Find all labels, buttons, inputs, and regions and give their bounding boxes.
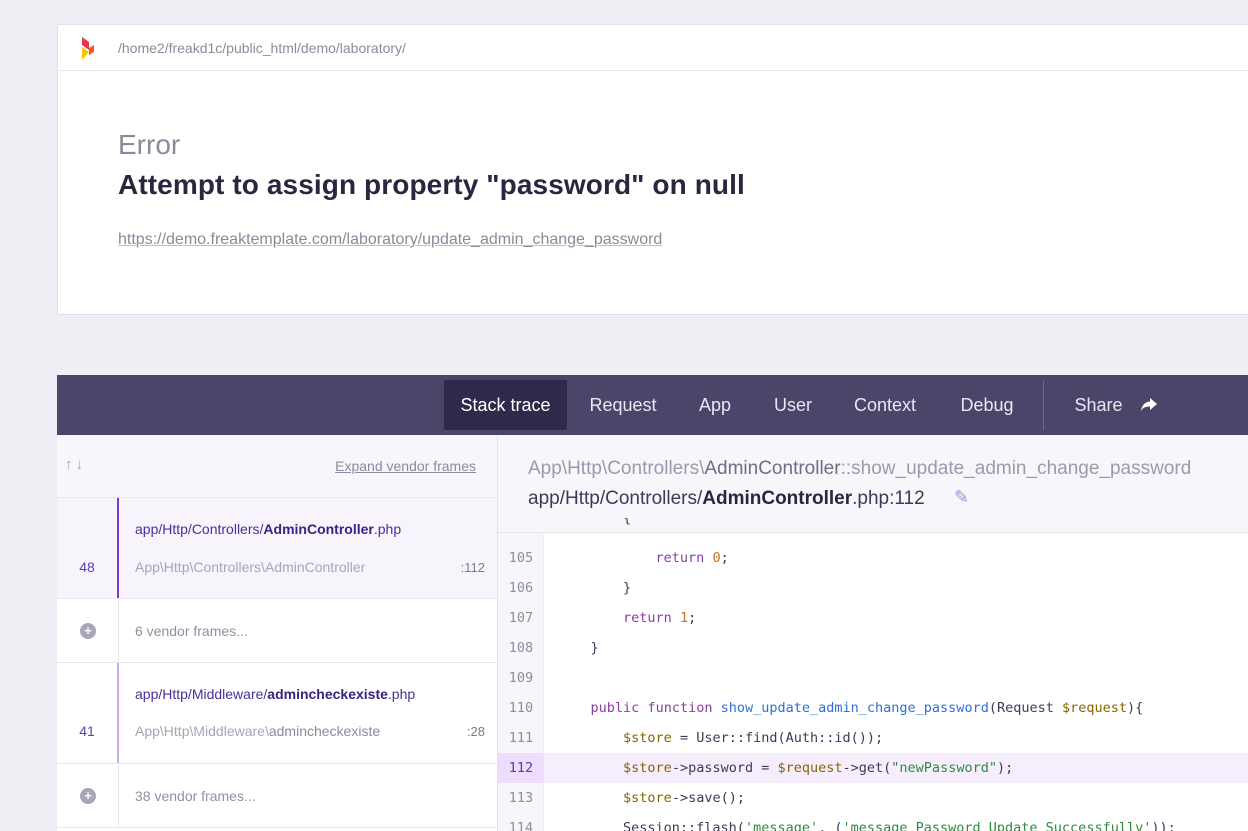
code-line: 109 (498, 663, 1248, 693)
error-header-card: /home2/freakd1c/public_html/demo/laborat… (57, 24, 1248, 315)
frame-file-ext: .php (387, 686, 416, 702)
file-path-suffix: .php:112 (852, 488, 925, 509)
top-bar: /home2/freakd1c/public_html/demo/laborat… (58, 25, 1248, 71)
code-line: 107 return 1; (498, 603, 1248, 633)
highlighted-code-line: 112 $store->password = $request->get("ne… (498, 753, 1248, 783)
line-number: 106 (508, 580, 534, 596)
share-label: Share (1074, 395, 1123, 415)
vendor-frames-label: 6 vendor frames... (135, 623, 248, 639)
error-message: Attempt to assign property "password" on… (118, 169, 745, 200)
file-path-name: AdminController (702, 488, 853, 509)
frame-number: 48 (79, 559, 95, 575)
line-number: 105 (508, 550, 534, 566)
method-namespace: App\Http\Controllers\ (528, 458, 705, 479)
project-path: /home2/freakd1c/public_html/demo/laborat… (118, 39, 406, 56)
share-icon (1140, 382, 1158, 432)
code-line: 113 $store->save(); (498, 783, 1248, 813)
request-url-link[interactable]: https://demo.freaktemplate.com/laborator… (118, 231, 662, 249)
error-class: Error (118, 129, 181, 160)
tab-debug[interactable]: Debug (947, 380, 1027, 430)
frame-file-name: AdminController (263, 521, 374, 537)
frame-number-column (57, 498, 119, 598)
ignition-logo-icon (58, 25, 118, 71)
tab-context[interactable]: Context (843, 380, 927, 430)
vendor-frames-label: 38 vendor frames... (135, 788, 256, 804)
stack-frame[interactable]: 41 app/Http/Middleware/admincheckexiste.… (57, 663, 497, 764)
line-number: 109 (508, 670, 534, 686)
frame-file: app/Http/Middleware/admincheckexiste.php (135, 686, 415, 702)
vendor-frames-group[interactable]: + 6 vendor frames... (57, 599, 497, 663)
frame-class-prefix: App\Http\Middleware\ (135, 723, 269, 739)
code-line: 110 public function show_update_admin_ch… (498, 693, 1248, 723)
line-number: 114 (508, 820, 534, 831)
code-line: { (558, 518, 632, 526)
tab-request[interactable]: Request (581, 380, 665, 430)
stack-frame[interactable]: 48 app/Http/Controllers/AdminController.… (57, 498, 497, 599)
code-line: 105 return 0; (498, 543, 1248, 573)
frame-file-prefix: app/Http/Middleware/ (135, 686, 268, 702)
line-number: 107 (508, 610, 534, 626)
frame-file-ext: .php (373, 521, 402, 537)
line-number: 108 (508, 640, 534, 656)
file-path-prefix: app/Http/Controllers/ (528, 488, 703, 509)
expand-vendor-frames-link[interactable]: Expand vendor frames (335, 458, 476, 474)
vendor-frames-group[interactable]: + 38 vendor frames... (57, 764, 497, 828)
code-line: 108 } (498, 633, 1248, 663)
edit-pencil-icon[interactable]: ✎ (954, 487, 969, 508)
frame-class: App\Http\Middleware\admincheckexiste (135, 723, 380, 739)
tab-separator (1043, 380, 1044, 430)
expand-plus-icon[interactable]: + (80, 623, 96, 639)
code-line: 111 $store = User::find(Auth::id()); (498, 723, 1248, 753)
frame-file-path: app/Http/Controllers/AdminController.php… (528, 488, 925, 510)
frame-number-column (57, 663, 119, 763)
expand-plus-icon[interactable]: + (80, 788, 96, 804)
tab-bar: Stack trace Request App User Context Deb… (57, 375, 1248, 435)
line-number: 111 (508, 730, 534, 746)
frame-class-name: admincheckexiste (268, 723, 381, 739)
sidebar-header: ↑↓ Expand vendor frames (57, 435, 497, 498)
line-number: 110 (508, 700, 534, 716)
line-number: 113 (508, 790, 534, 806)
frame-file-name: admincheckexiste (267, 686, 388, 702)
frame-line: :28 (466, 724, 485, 739)
tab-share[interactable]: Share (1061, 380, 1171, 430)
code-line: 106 } (498, 573, 1248, 603)
frame-class: App\Http\Controllers\AdminController (135, 559, 366, 575)
tab-user[interactable]: User (763, 380, 823, 430)
frame-navigation-arrows-icon[interactable]: ↑↓ (65, 456, 86, 473)
stack-frames-sidebar: ↑↓ Expand vendor frames 48 app/Http/Cont… (57, 435, 498, 831)
frame-file: app/Http/Controllers/AdminController.php (135, 521, 401, 537)
method-name: ::show_update_admin_change_password (840, 458, 1192, 479)
code-panel: App\Http\Controllers\AdminController::sh… (498, 435, 1248, 831)
frame-file-prefix: app/Http/Controllers/ (135, 521, 264, 537)
frame-line: :112 (460, 560, 485, 575)
frame-number: 41 (79, 723, 95, 739)
frame-method: App\Http\Controllers\AdminController::sh… (528, 458, 1191, 480)
tab-app[interactable]: App (687, 380, 743, 430)
code-line: 114 Session::flash('message', ('message … (498, 813, 1248, 831)
tab-stack-trace[interactable]: Stack trace (444, 380, 567, 430)
line-number: 112 (498, 753, 544, 783)
method-class: AdminController (704, 458, 841, 479)
